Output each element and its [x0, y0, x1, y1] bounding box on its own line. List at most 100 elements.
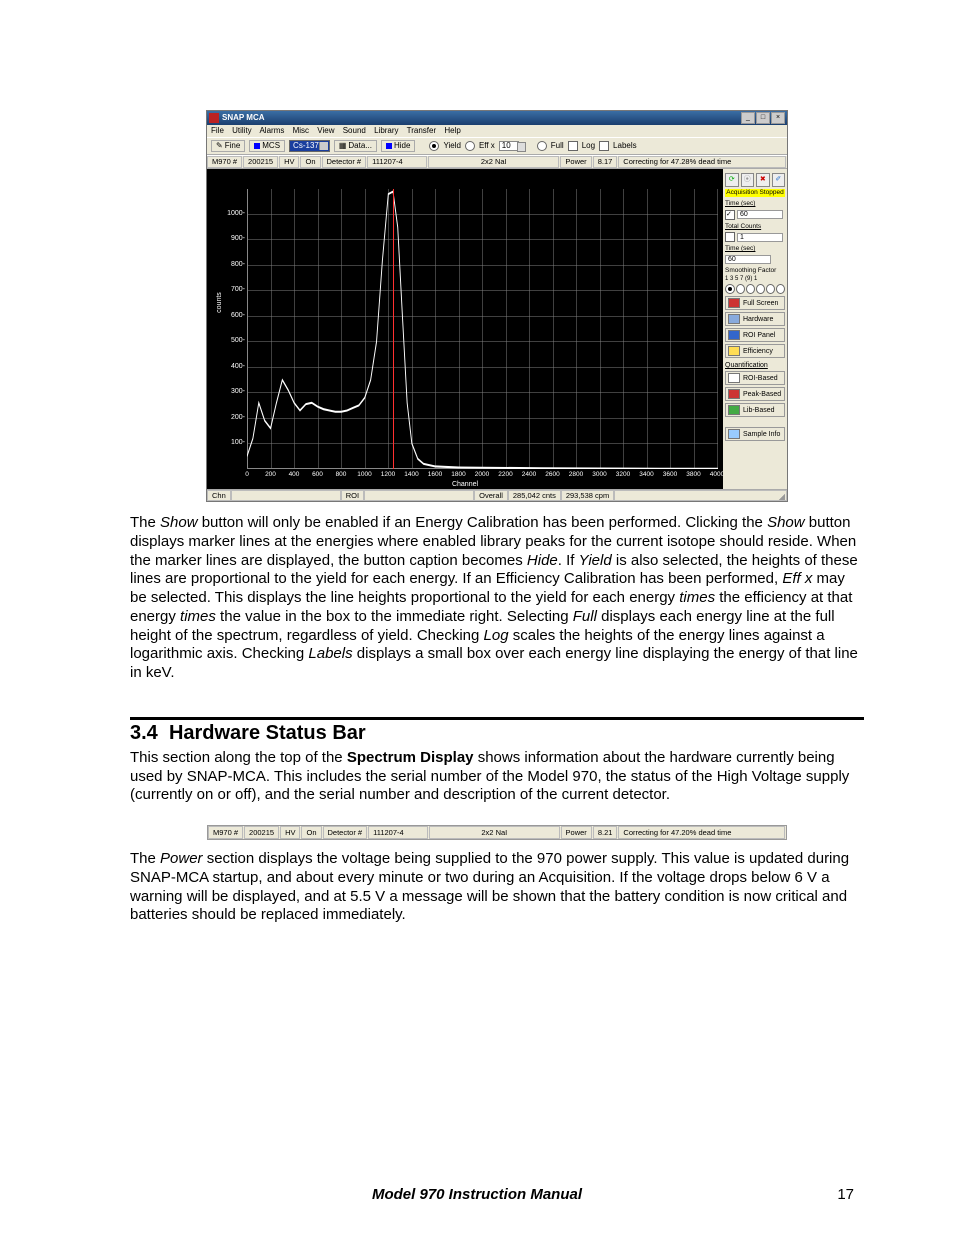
time-box-label: Time (sec) — [725, 246, 785, 253]
hw-bar-intro: This section along the top of the Spectr… — [130, 749, 864, 805]
overall-counts: 285,042 cnts — [508, 490, 561, 502]
x-tick: 2600 — [545, 472, 559, 479]
fig-detector-value: 111207-4 — [368, 826, 428, 839]
time-box-input[interactable]: 60 — [725, 255, 771, 264]
window-title: SNAP MCA — [222, 114, 740, 122]
minimize-button[interactable]: _ — [741, 112, 755, 124]
page-number: 17 — [837, 1186, 854, 1203]
x-tick: 3600 — [663, 472, 677, 479]
hardware-button[interactable]: Hardware — [725, 312, 785, 326]
section-rule — [130, 717, 864, 720]
peak-based-button[interactable]: Peak-Based — [725, 387, 785, 401]
resize-grip[interactable] — [777, 492, 785, 500]
roi-label: ROI — [341, 490, 364, 502]
brush-icon[interactable]: ✐ — [772, 173, 786, 187]
menu-utility[interactable]: Utility — [232, 126, 252, 135]
time-sec-check[interactable]: ✓ — [725, 210, 735, 220]
detector-desc: 2x2 NaI — [428, 156, 559, 168]
hw-status-bar-figure: M970 # 200215 HV On Detector # 111207-4 … — [207, 825, 787, 840]
menu-sound[interactable]: Sound — [343, 126, 366, 135]
smoothing-radios[interactable] — [725, 284, 785, 294]
menu-view[interactable]: View — [317, 126, 334, 135]
y-tick: 700- — [225, 286, 245, 293]
hide-icon — [386, 143, 392, 149]
menu-help[interactable]: Help — [444, 126, 460, 135]
isotope-select[interactable]: Cs-137 — [289, 140, 330, 152]
menu-misc[interactable]: Misc — [293, 126, 309, 135]
spectrum-plot[interactable]: counts 100-200-300-400-500-600-700-800-9… — [207, 169, 723, 489]
footer-title: Model 970 Instruction Manual — [372, 1186, 582, 1203]
efficiency-button[interactable]: Efficiency — [725, 344, 785, 358]
effx-label: Eff x — [479, 142, 495, 150]
power-label: Power — [560, 156, 591, 168]
x-tick: 800 — [336, 472, 347, 479]
fig-deadtime: Correcting for 47.20% dead time — [618, 826, 785, 839]
log-label: Log — [582, 142, 595, 150]
total-counts-check[interactable] — [725, 232, 735, 242]
page-footer: Model 970 Instruction Manual 17 — [0, 1186, 954, 1203]
x-tick: 3000 — [592, 472, 606, 479]
fig-detector-label: Detector # — [323, 826, 368, 839]
fig-hv-value: On — [301, 826, 321, 839]
effx-value[interactable]: 10 — [499, 141, 519, 151]
start-icon[interactable]: ⟳ — [725, 173, 739, 187]
data-button[interactable]: ▦ Data... — [334, 140, 377, 152]
title-bar: SNAP MCA _ □ × — [207, 111, 787, 125]
power-value: 8.17 — [593, 156, 618, 168]
body: counts 100-200-300-400-500-600-700-800-9… — [207, 169, 787, 489]
time-sec-input[interactable]: 60 — [737, 210, 783, 219]
menu-library[interactable]: Library — [374, 126, 398, 135]
x-tick: 2800 — [569, 472, 583, 479]
x-tick: 200 — [265, 472, 276, 479]
roi-based-button[interactable]: ROI-Based — [725, 371, 785, 385]
pause-icon[interactable]: ⦿ — [741, 173, 755, 187]
fig-power-value: 8.21 — [593, 826, 618, 839]
fig-detector-desc: 2x2 NaI — [429, 826, 559, 839]
labels-check[interactable] — [599, 141, 609, 151]
x-tick: 3200 — [616, 472, 630, 479]
toolbar: ✎ Fine MCS Cs-137 ▦ Data... Hide Yield — [207, 137, 787, 155]
x-tick: 1200 — [381, 472, 395, 479]
x-tick: 3400 — [639, 472, 653, 479]
hv-label: HV — [279, 156, 299, 168]
effx-radio[interactable] — [465, 141, 475, 151]
detector-label: Detector # — [322, 156, 367, 168]
acquisition-status: Acquisition Stopped — [725, 189, 785, 198]
total-counts-input[interactable]: 1 — [737, 233, 783, 242]
fig-m970-label: M970 # — [208, 826, 243, 839]
x-tick: 1800 — [451, 472, 465, 479]
yield-radio[interactable] — [429, 141, 439, 151]
section-heading: 3.4 Hardware Status Bar — [130, 722, 864, 745]
overall-label: Overall — [474, 490, 508, 502]
fig-power-label: Power — [561, 826, 592, 839]
sample-info-button[interactable]: Sample Info — [725, 427, 785, 441]
x-tick: 1000 — [357, 472, 371, 479]
bottom-status-bar: Chn ROI Overall 285,042 cnts 293,538 cpm — [207, 489, 787, 502]
mcs-button[interactable]: MCS — [249, 140, 285, 152]
energy-marker — [393, 189, 394, 469]
fullscreen-button[interactable]: Full Screen — [725, 296, 785, 310]
maximize-button[interactable]: □ — [756, 112, 770, 124]
delete-icon[interactable]: ✖ — [756, 173, 770, 187]
menu-transfer[interactable]: Transfer — [407, 126, 437, 135]
hardware-icon — [728, 314, 740, 324]
full-label: Full — [551, 142, 564, 150]
mcs-icon — [254, 143, 260, 149]
x-tick: 1400 — [404, 472, 418, 479]
roi-panel-button[interactable]: ROI Panel — [725, 328, 785, 342]
fine-button[interactable]: ✎ Fine — [211, 140, 245, 152]
full-radio[interactable] — [537, 141, 547, 151]
menu-file[interactable]: File — [211, 126, 224, 135]
x-tick: 400 — [289, 472, 300, 479]
close-button[interactable]: × — [771, 112, 785, 124]
log-check[interactable] — [568, 141, 578, 151]
total-counts-label: Total Counts — [725, 224, 785, 231]
hide-button[interactable]: Hide — [381, 140, 415, 152]
lib-based-button[interactable]: Lib-Based — [725, 403, 785, 417]
menu-alarms[interactable]: Alarms — [259, 126, 284, 135]
overall-cpm: 293,538 cpm — [561, 490, 614, 502]
m970-label: M970 # — [207, 156, 242, 168]
smoothing-nums: 1 3 5 7 (9) 1 — [725, 276, 785, 282]
quantification-label: Quantification — [725, 362, 785, 369]
yield-label: Yield — [443, 142, 461, 150]
